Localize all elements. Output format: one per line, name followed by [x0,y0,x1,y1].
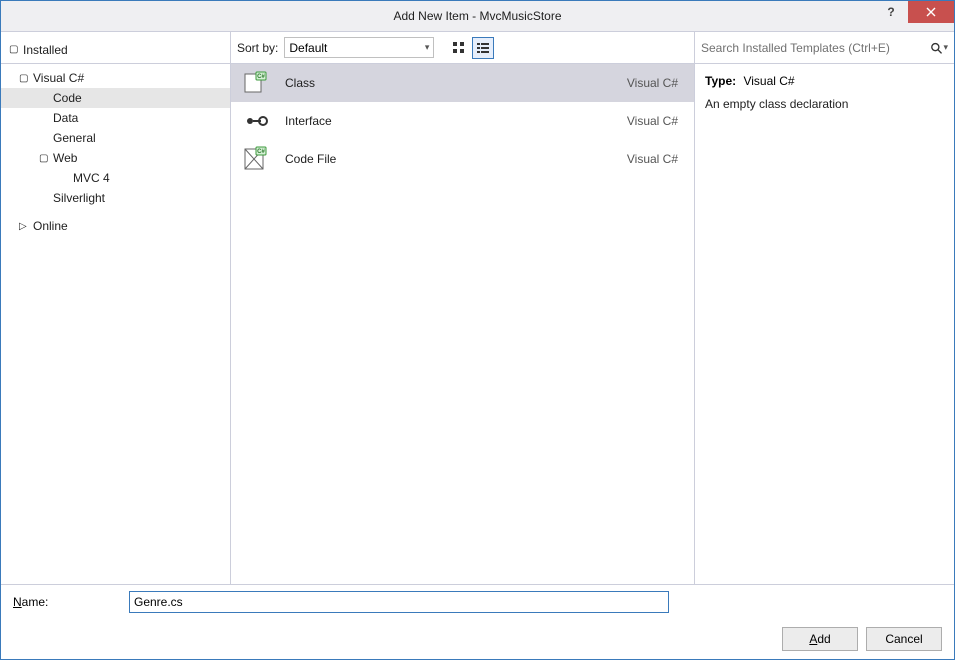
template-language: Visual C# [627,76,678,90]
list-icon [476,41,490,55]
template-name: Interface [285,114,627,128]
sort-by-label: Sort by: [237,41,278,55]
search-button[interactable]: ▾ [930,39,948,57]
search-row: ▾ [695,32,954,64]
close-icon [926,7,936,17]
list-toolbar: Sort by: Default ▾ [231,32,694,64]
class-icon: C# [241,69,269,97]
tree-item-label: Visual C# [33,71,84,85]
dialog-footer: Name: Add Cancel [1,585,954,659]
tree-item-label: Online [33,219,68,233]
chevron-down-icon: ▾ [425,42,430,53]
tree-item-label: Web [53,151,77,165]
svg-text:C#: C# [257,149,265,155]
name-input[interactable] [129,591,669,613]
sort-by-value: Default [289,41,327,55]
tree-item-data[interactable]: Data [1,108,230,128]
tree-item-visual-c-[interactable]: ▢Visual C# [1,68,230,88]
template-language: Visual C# [627,152,678,166]
tree-item-online[interactable]: ▷Online [1,216,230,236]
help-button[interactable]: ? [874,1,908,23]
view-mode-buttons [448,37,494,59]
interface-icon [241,107,269,135]
tree-item-label: Data [53,111,78,125]
chevron-down-icon: ▢ [39,153,51,164]
type-row: Type: Visual C# [705,72,944,91]
type-label: Type: [705,74,736,88]
close-button[interactable] [908,1,954,23]
template-list-pane: Sort by: Default ▾ [231,32,694,584]
template-language: Visual C# [627,114,678,128]
tree-item-mvc-4[interactable]: MVC 4 [1,168,230,188]
search-input[interactable] [701,41,926,55]
button-row: Add Cancel [1,619,954,659]
tree-item-silverlight[interactable]: Silverlight [1,188,230,208]
svg-text:C#: C# [257,74,265,80]
template-row-code-file[interactable]: C# Code FileVisual C# [231,140,694,178]
view-small-icons-button[interactable] [472,37,494,59]
name-row: Name: [1,585,954,619]
tree-root-installed[interactable]: ▢ Installed [1,36,230,64]
window-title: Add New Item - MvcMusicStore [1,9,954,23]
tree-item-label: General [53,131,96,145]
template-description: An empty class declaration [705,95,944,114]
chevron-right-icon: ▷ [19,221,31,232]
template-name: Code File [285,152,627,166]
type-value: Visual C# [743,74,794,88]
codefile-icon: C# [241,145,269,173]
chevron-down-icon: ▢ [9,44,21,55]
template-row-interface[interactable]: InterfaceVisual C# [231,102,694,140]
tree-item-general[interactable]: General [1,128,230,148]
add-button[interactable]: Add [782,627,858,651]
grid-icon [452,41,466,55]
search-icon [930,41,942,55]
tree-item-label: MVC 4 [73,171,110,185]
details-pane: ▾ Type: Visual C# An empty class declara… [694,32,954,584]
cancel-button[interactable]: Cancel [866,627,942,651]
dialog-body: ▢ Installed ▢Visual C#CodeDataGeneral▢We… [1,31,954,585]
tree-item-code[interactable]: Code [1,88,230,108]
sort-by-combo[interactable]: Default ▾ [284,37,434,58]
view-medium-icons-button[interactable] [448,37,470,59]
template-row-class[interactable]: C# ClassVisual C# [231,64,694,102]
details-body: Type: Visual C# An empty class declarati… [695,64,954,122]
category-tree: ▢ Installed ▢Visual C#CodeDataGeneral▢We… [1,32,231,584]
window-buttons: ? [874,1,954,31]
template-name: Class [285,76,627,90]
tree-item-label: Silverlight [53,191,105,205]
titlebar: Add New Item - MvcMusicStore ? [1,1,954,31]
template-list[interactable]: C#ClassVisual C#InterfaceVisual C#C#Code… [231,64,694,584]
chevron-down-icon: ▾ [943,42,948,53]
tree-root-label: Installed [23,43,68,57]
chevron-down-icon: ▢ [19,73,31,84]
tree-item-label: Code [53,91,82,105]
tree-item-web[interactable]: ▢Web [1,148,230,168]
name-label: Name: [13,595,119,609]
